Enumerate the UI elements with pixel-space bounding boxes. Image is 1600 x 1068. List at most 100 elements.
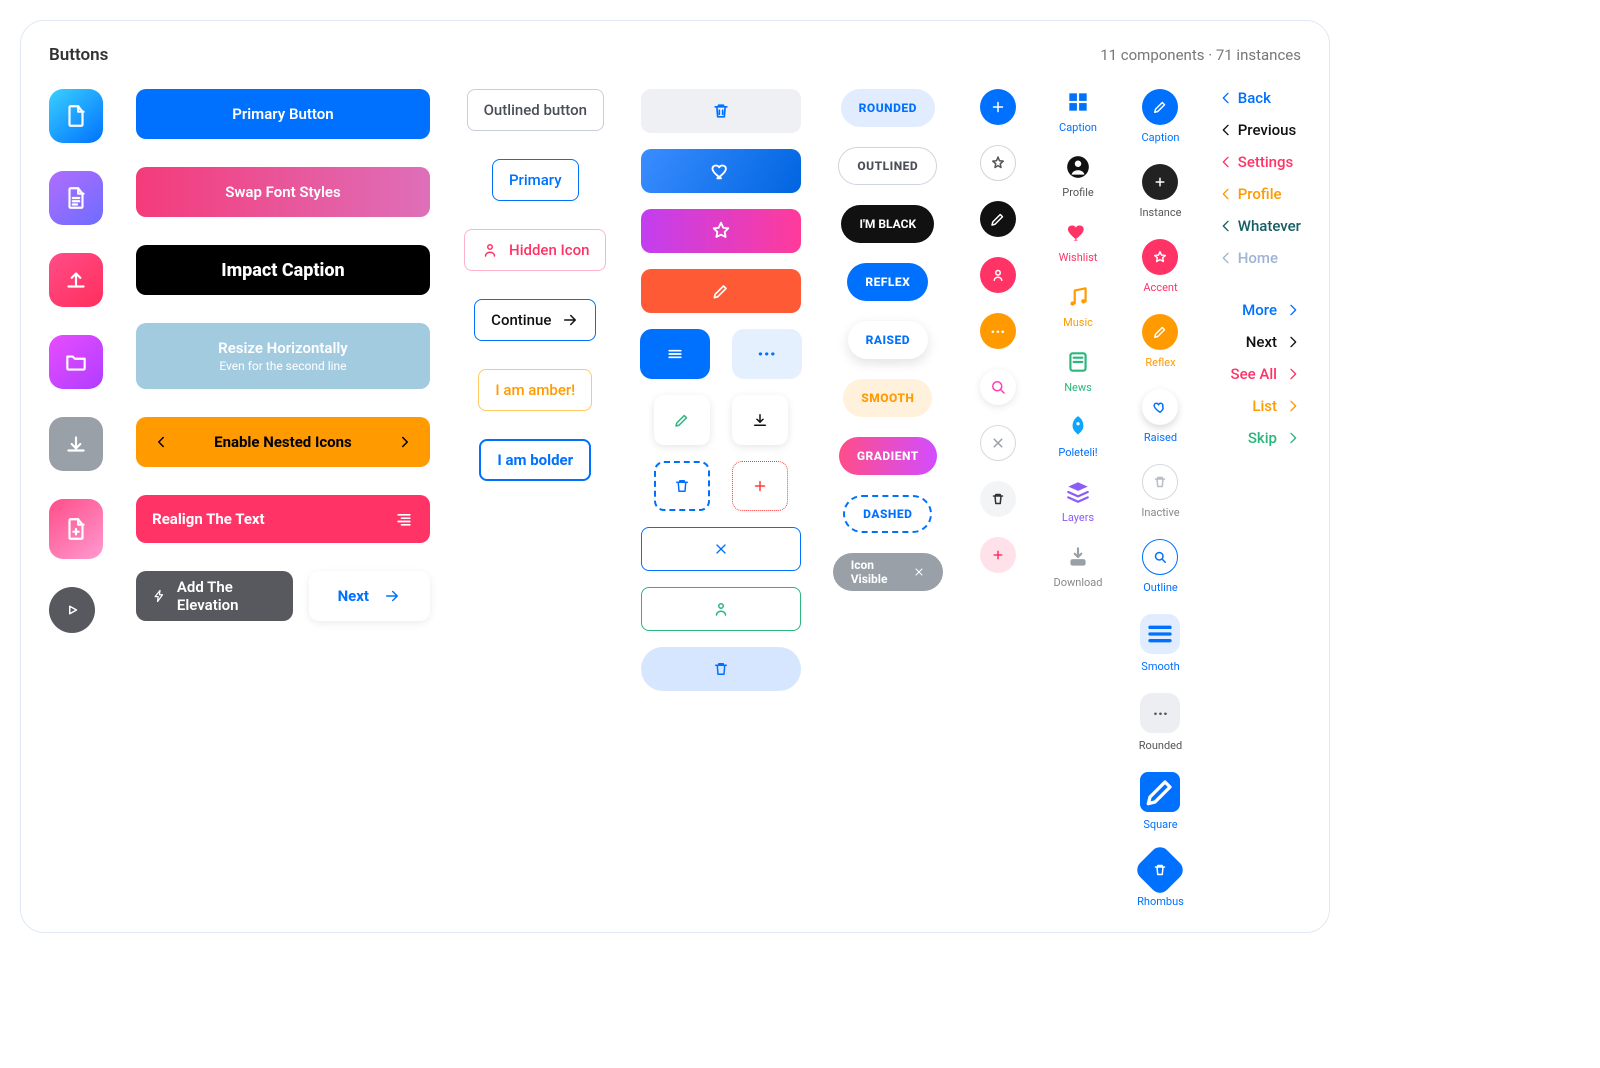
user-outline-button[interactable]	[641, 587, 801, 631]
labeled-wishlist[interactable]: Wishlist	[1059, 219, 1098, 264]
labeled-download[interactable]: Download	[1054, 544, 1103, 589]
chip-black[interactable]: I'M BLACK	[841, 205, 934, 243]
circle-pencil-button[interactable]	[980, 201, 1016, 237]
labeled-outline[interactable]: Outline	[1142, 539, 1178, 594]
labeled-instance[interactable]: Instance	[1139, 164, 1181, 219]
circle-more-button[interactable]: ···	[980, 313, 1016, 349]
chip-icon-visible-label: Icon Visible	[851, 558, 905, 586]
iconbox-download[interactable]	[49, 417, 103, 471]
link-next[interactable]: Next	[1218, 333, 1301, 351]
chip-smooth[interactable]: SMOOTH	[843, 379, 932, 417]
chip-rounded[interactable]: ROUNDED	[841, 89, 935, 127]
labeled-rhombus[interactable]: Rhombus	[1137, 851, 1184, 908]
chevron-right-icon	[1285, 302, 1301, 318]
link-label: Whatever	[1238, 217, 1301, 235]
download-button[interactable]	[732, 395, 788, 445]
bolder-button[interactable]: I am bolder	[479, 439, 591, 481]
section-meta: 11 components · 71 instances	[1100, 46, 1301, 64]
elevation-button[interactable]: Add The Elevation	[136, 571, 293, 621]
chevron-right-icon	[1285, 398, 1301, 414]
impact-button[interactable]: Impact Caption	[136, 245, 430, 295]
link-list[interactable]: List	[1218, 397, 1301, 415]
chip-raised[interactable]: RAISED	[848, 321, 928, 359]
pencil-icon	[1140, 772, 1180, 812]
menu-button[interactable]	[640, 329, 710, 379]
upload-icon	[63, 267, 89, 293]
iconbox-file[interactable]	[49, 89, 103, 143]
heart-icon	[710, 160, 732, 182]
pencil-button[interactable]	[641, 269, 801, 313]
circle-star-button[interactable]	[980, 145, 1016, 181]
edit-button[interactable]	[654, 395, 710, 445]
labeled-reflex[interactable]: Reflex	[1142, 314, 1178, 369]
next-button[interactable]: Next	[309, 571, 430, 621]
star-button[interactable]	[641, 209, 801, 253]
resize-button[interactable]: Resize Horizontally Even for the second …	[136, 323, 430, 389]
link-back[interactable]: Back	[1218, 89, 1301, 107]
circle-plus-button[interactable]	[980, 89, 1016, 125]
iconbox-folder[interactable]	[49, 335, 103, 389]
labeled-rounded[interactable]: ···Rounded	[1139, 693, 1182, 752]
outlined-button[interactable]: Outlined button	[467, 89, 604, 131]
pencil-icon	[711, 281, 731, 301]
link-more[interactable]: More	[1218, 301, 1301, 319]
hidden-icon-button[interactable]: Hidden Icon	[464, 229, 606, 271]
iconbox-upload[interactable]	[49, 253, 103, 307]
circle-close-button[interactable]	[980, 425, 1016, 461]
realign-button[interactable]: Realign The Text	[136, 495, 430, 543]
labeled-caption2[interactable]: Caption	[1142, 89, 1180, 144]
labeled-accent[interactable]: Accent	[1142, 239, 1178, 294]
labeled-caption[interactable]: Caption	[1059, 89, 1097, 134]
amber-button[interactable]: I am amber!	[478, 369, 592, 411]
continue-button[interactable]: Continue	[474, 299, 596, 341]
dotted-plus-button[interactable]	[732, 461, 788, 511]
link-previous[interactable]: Previous	[1218, 121, 1301, 139]
circle-trash-button[interactable]	[980, 481, 1016, 517]
chip-dashed[interactable]: DASHED	[843, 495, 932, 533]
close-outline-button[interactable]	[641, 527, 801, 571]
search-icon	[989, 378, 1007, 396]
link-settings[interactable]: Settings	[1218, 153, 1301, 171]
chevron-left-icon	[1218, 186, 1234, 202]
outlined-primary[interactable]: Primary	[492, 159, 579, 201]
labeled-music[interactable]: Music	[1063, 284, 1093, 329]
iconbox-addfile[interactable]	[49, 499, 103, 559]
pill-trash-button[interactable]	[641, 647, 801, 691]
circle-user-button[interactable]	[980, 257, 1016, 293]
nested-icons-button[interactable]: Enable Nested Icons	[136, 417, 430, 467]
labeled-raised[interactable]: Raised	[1142, 389, 1178, 444]
file-icon	[63, 103, 89, 129]
labeled-layers[interactable]: Layers	[1062, 479, 1094, 524]
circle-plus-pink-button[interactable]	[980, 537, 1016, 573]
iconbox-doc[interactable]	[49, 171, 103, 225]
circle-search-button[interactable]	[980, 369, 1016, 405]
labeled-profile[interactable]: Profile	[1062, 154, 1093, 199]
chip-gradient[interactable]: GRADIENT	[839, 437, 937, 475]
star-icon	[989, 154, 1007, 172]
align-right-icon	[394, 509, 414, 529]
chip-reflex[interactable]: REFLEX	[847, 263, 928, 301]
labeled-smooth[interactable]: Smooth	[1140, 614, 1180, 673]
more-button[interactable]: ···	[732, 329, 802, 379]
iconbox-play[interactable]	[49, 587, 95, 633]
pencil-icon	[1151, 323, 1169, 341]
chip-outlined[interactable]: OUTLINED	[838, 147, 937, 185]
heart-button[interactable]	[641, 149, 801, 193]
document-icon	[63, 185, 89, 211]
dashed-trash-button[interactable]	[654, 461, 710, 511]
link-whatever[interactable]: Whatever	[1218, 217, 1301, 235]
heart-icon	[1151, 398, 1169, 416]
labeled-news[interactable]: News	[1064, 349, 1092, 394]
link-skip[interactable]: Skip	[1218, 429, 1301, 447]
trash-icon	[1151, 861, 1169, 879]
chip-icon-visible[interactable]: Icon Visible	[833, 553, 943, 591]
labeled-inactive[interactable]: Inactive	[1141, 464, 1179, 519]
swap-font-button[interactable]: Swap Font Styles	[136, 167, 430, 217]
link-see-all[interactable]: See All	[1218, 365, 1301, 383]
trash-button[interactable]	[641, 89, 801, 133]
labeled-square[interactable]: Square	[1140, 772, 1180, 831]
link-profile[interactable]: Profile	[1218, 185, 1301, 203]
labeled-poleteli[interactable]: Poleteli!	[1058, 414, 1097, 459]
primary-button[interactable]: Primary Button	[136, 89, 430, 139]
link-home[interactable]: Home	[1218, 249, 1301, 267]
